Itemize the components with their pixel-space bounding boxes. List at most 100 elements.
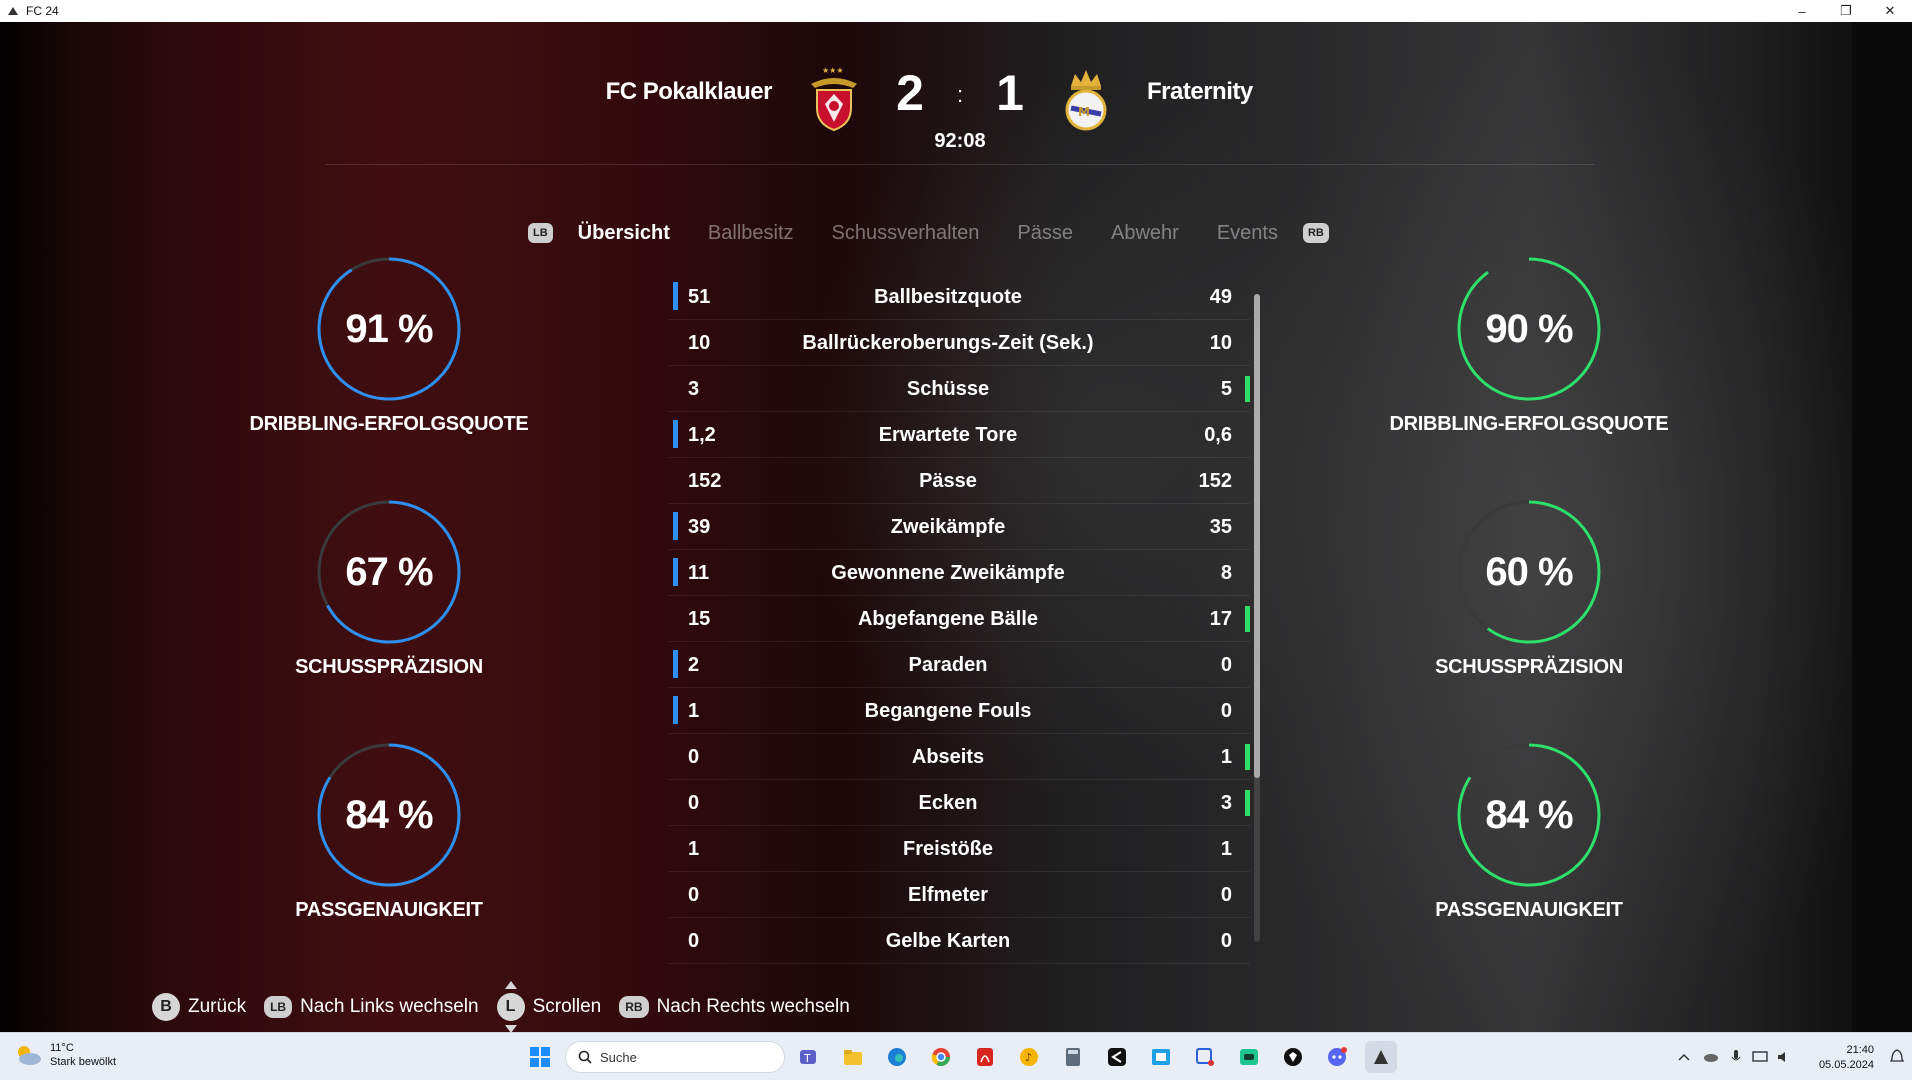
- match-time: 92:08: [934, 130, 986, 152]
- stat-away-value: 0,6: [1204, 424, 1232, 446]
- ring-value: 91 %: [345, 306, 433, 351]
- music-app-icon[interactable]: ♪: [1013, 1041, 1045, 1073]
- background-edge-left: [0, 22, 70, 1032]
- stat-label: Pässe: [919, 470, 977, 492]
- epic-games-icon[interactable]: [1277, 1041, 1309, 1073]
- tab-uebersicht[interactable]: Übersicht: [559, 222, 689, 245]
- restore-button[interactable]: ❐: [1824, 0, 1868, 22]
- calculator-icon[interactable]: [1057, 1041, 1089, 1073]
- notification-bell-icon[interactable]: [1886, 1041, 1908, 1073]
- away-lead-bar: [1245, 606, 1250, 632]
- away-pass-accuracy-ring: 84 %: [1456, 742, 1602, 888]
- home-lead-bar: [673, 696, 678, 724]
- stat-row: 1 Begangene Fouls 0: [668, 688, 1250, 734]
- home-shot-accuracy-label: SCHUSSPRÄZISION: [295, 656, 483, 678]
- tab-paesse[interactable]: Pässe: [998, 222, 1092, 245]
- tab-ballbesitz[interactable]: Ballbesitz: [689, 222, 813, 245]
- header-divider: [325, 164, 1595, 165]
- away-shot-accuracy-label: SCHUSSPRÄZISION: [1435, 656, 1623, 678]
- svg-text:M: M: [1078, 105, 1090, 119]
- stat-row: 0 Abseits 1: [668, 734, 1250, 780]
- back-hint[interactable]: B Zurück: [152, 993, 246, 1021]
- svg-text:♪: ♪: [1025, 1051, 1032, 1064]
- stat-row: 0 Ecken 3: [668, 780, 1250, 826]
- home-dribbling-label: DRIBBLING-ERFOLGSQUOTE: [249, 413, 529, 435]
- stat-away-value: 1: [1220, 746, 1232, 768]
- edge-icon[interactable]: [881, 1041, 913, 1073]
- window-title: FC 24: [26, 4, 59, 18]
- lb-button-icon[interactable]: LB: [528, 223, 553, 243]
- away-lead-bar: [1245, 376, 1250, 402]
- stat-row: 10 Ballrückeroberungs-Zeit (Sek.) 10: [668, 320, 1250, 366]
- stat-away-value: 0: [1220, 700, 1232, 722]
- acrobat-icon[interactable]: [969, 1041, 1001, 1073]
- stat-home-value: 0: [688, 930, 700, 952]
- stat-label: Gelbe Karten: [885, 930, 1011, 952]
- minimize-button[interactable]: –: [1780, 0, 1824, 22]
- scroll-hint[interactable]: L Scrollen: [496, 981, 601, 1032]
- stat-label: Ballbesitzquote: [874, 286, 1022, 308]
- clock-date: 05.05.2024: [1818, 1059, 1874, 1071]
- stat-home-value: 0: [688, 884, 700, 906]
- rb-button-icon[interactable]: RB: [1302, 223, 1329, 243]
- onedrive-icon[interactable]: [1700, 1041, 1720, 1073]
- stat-row: 152 Pässe 152: [668, 458, 1250, 504]
- stat-label: Schüsse: [906, 378, 990, 400]
- stat-home-value: 3: [688, 378, 700, 400]
- taskbar-clock[interactable]: 21:40 05.05.2024: [1804, 1043, 1874, 1073]
- away-dribbling-label: DRIBBLING-ERFOLGSQUOTE: [1389, 413, 1669, 435]
- volume-icon[interactable]: [1774, 1041, 1794, 1073]
- stat-label: Paraden: [908, 654, 988, 676]
- home-dribbling-ring: 91 %: [316, 256, 462, 402]
- away-lead-bar: [1245, 744, 1250, 770]
- away-score: 1: [996, 65, 1024, 121]
- stats-scrollbar[interactable]: [1254, 294, 1260, 942]
- chevron-up-icon[interactable]: [1674, 1041, 1694, 1073]
- stats-table[interactable]: 51 Ballbesitzquote 49 10 Ballrückeroberungs-…: [668, 274, 1250, 964]
- capcut-icon[interactable]: [1101, 1041, 1133, 1073]
- switch-right-hint[interactable]: RB Nach Rechts wechseln: [619, 996, 850, 1018]
- fc24-app-icon[interactable]: [1365, 1041, 1397, 1073]
- home-team-name: FC Pokalklauer: [605, 78, 773, 105]
- away-pass-accuracy-label: PASSGENAUIGKEIT: [1435, 899, 1623, 921]
- switch-left-hint[interactable]: LB Nach Links wechseln: [264, 996, 479, 1018]
- stat-away-value: 0: [1220, 654, 1232, 676]
- rb-button-icon: RB: [619, 996, 649, 1018]
- tab-events[interactable]: Events: [1198, 222, 1297, 245]
- windows-start-icon[interactable]: [524, 1041, 556, 1073]
- network-icon[interactable]: [1750, 1041, 1770, 1073]
- game-app-icon[interactable]: [1233, 1041, 1265, 1073]
- teams-icon[interactable]: T: [793, 1041, 825, 1073]
- tab-schussverhalten[interactable]: Schussverhalten: [813, 222, 999, 245]
- tab-abwehr[interactable]: Abwehr: [1092, 222, 1198, 245]
- remote-app-icon[interactable]: [1145, 1041, 1177, 1073]
- ring-value: 67 %: [345, 549, 433, 594]
- home-lead-bar: [673, 420, 678, 448]
- back-label: Zurück: [188, 996, 247, 1017]
- snipping-tool-icon[interactable]: [1189, 1041, 1221, 1073]
- stat-row: 1,2 Erwartete Tore 0,6: [668, 412, 1250, 458]
- file-explorer-icon[interactable]: [837, 1041, 869, 1073]
- switch-right-label: Nach Rechts wechseln: [656, 996, 850, 1017]
- discord-icon[interactable]: [1321, 1041, 1353, 1073]
- cloud-sun-icon: [14, 1044, 42, 1066]
- stat-home-value: 51: [688, 286, 711, 308]
- svg-text:★★★: ★★★: [822, 66, 844, 75]
- weather-widget[interactable]: 11°C Stark bewölkt: [14, 1041, 116, 1069]
- home-score: 2: [896, 65, 924, 121]
- svg-text:T: T: [803, 1052, 811, 1065]
- game-viewport: FC Pokalklauer ★★★ 2 : 1 M Fraternity 92…: [0, 22, 1912, 1032]
- stats-scrollbar-thumb[interactable]: [1254, 294, 1260, 778]
- score-separator: :: [956, 82, 964, 107]
- taskbar-search-input[interactable]: Suche: [565, 1041, 785, 1073]
- chrome-icon[interactable]: [925, 1041, 957, 1073]
- stat-home-value: 39: [688, 516, 711, 538]
- weather-desc: Stark bewölkt: [50, 1056, 117, 1068]
- microphone-icon[interactable]: [1726, 1041, 1746, 1073]
- away-dribbling-ring: 90 %: [1456, 256, 1602, 402]
- search-icon: [578, 1050, 592, 1064]
- left-stick-icon: L: [496, 981, 525, 1032]
- stat-row: 39 Zweikämpfe 35: [668, 504, 1250, 550]
- close-button[interactable]: ✕: [1868, 0, 1912, 22]
- stat-home-value: 11: [688, 562, 710, 584]
